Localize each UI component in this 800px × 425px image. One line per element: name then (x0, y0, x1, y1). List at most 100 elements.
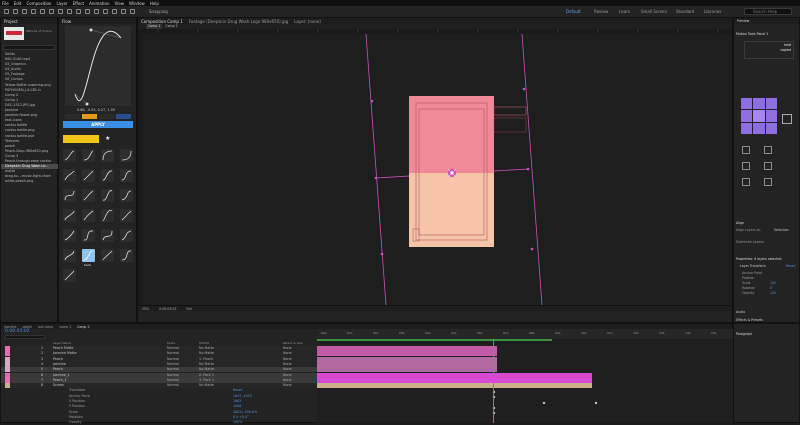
project-item[interactable]: Yellow Bottle Lowering.png (1, 83, 58, 88)
flow-curve-editor[interactable] (65, 26, 131, 106)
work-area-bar[interactable] (317, 339, 552, 341)
ease-preset[interactable] (101, 189, 114, 202)
rotate-tool-icon[interactable] (40, 9, 45, 14)
trim-icon[interactable] (742, 178, 750, 186)
layer-label-color[interactable] (5, 361, 10, 367)
roto-tool-icon[interactable] (121, 9, 126, 14)
ease-preset[interactable] (63, 249, 76, 262)
hand-tool-icon[interactable] (22, 9, 27, 14)
ease-preset[interactable] (82, 229, 95, 242)
brush-tool-icon[interactable] (94, 9, 99, 14)
ease-preset[interactable] (101, 209, 114, 222)
flow-preset-a-button[interactable] (82, 114, 97, 119)
workspace-libraries[interactable]: Libraries (704, 9, 721, 14)
workspace-learn[interactable]: Learn (619, 9, 630, 14)
tab-footage[interactable]: Footage (Deepskin Drug Wash Logo 980x650… (189, 19, 288, 24)
flow-values[interactable]: 0.68, -0.55, 0.27, 1.55 (77, 108, 115, 112)
ease-preset[interactable] (82, 169, 95, 182)
timeline-search-input[interactable] (5, 335, 45, 339)
menu-effect[interactable]: Effect (73, 1, 85, 6)
preset-library-tab[interactable] (63, 135, 99, 143)
audio-label[interactable]: Audio (736, 310, 745, 314)
anchor-point-tile[interactable] (753, 122, 765, 134)
ease-preset[interactable] (63, 169, 76, 182)
preview-tab[interactable]: Preview (737, 19, 749, 23)
ease-preset[interactable] (63, 189, 76, 202)
anchor-point-tile[interactable] (765, 110, 777, 122)
menu-layer[interactable]: Layer (56, 1, 67, 6)
timeline-tab-comp-1[interactable]: comp 1 (59, 325, 71, 329)
zoom-level[interactable]: 25% (142, 306, 149, 311)
search-help-input[interactable]: Search Help (744, 8, 792, 15)
anchor-point-tile[interactable] (765, 122, 777, 134)
clone-tool-icon[interactable] (103, 9, 108, 14)
ease-preset-back[interactable] (82, 249, 95, 262)
timeline-track-area[interactable]: 00s 01s 02s 03s 04s 05s 06s 07s 08s 09s 10s 11s 12s 1… (317, 329, 733, 423)
menu-composition[interactable]: Composition (26, 1, 51, 6)
keyframe-marker[interactable] (594, 401, 598, 405)
timeline-tab-peach[interactable]: peach (22, 325, 32, 329)
flow-key-button[interactable] (65, 114, 80, 119)
ease-preset[interactable] (82, 189, 95, 202)
comp-timecode[interactable]: 0:00:03:02 (159, 306, 176, 311)
composition-viewer[interactable] (138, 29, 732, 306)
snapping-toggle[interactable]: Snapping (149, 9, 168, 14)
resolution-select[interactable]: Full (187, 306, 192, 311)
wave-icon[interactable] (742, 146, 750, 154)
transform-prop-value[interactable]: 0 (770, 286, 772, 290)
anchor-point-tile[interactable] (741, 122, 753, 134)
puppet-tool-icon[interactable] (130, 9, 135, 14)
current-time-indicator[interactable] (493, 339, 494, 423)
layer-label-color[interactable] (5, 372, 10, 378)
ease-preset[interactable] (101, 169, 114, 182)
flow-preset-c-button[interactable] (116, 114, 131, 119)
timeline-tab-out-comp[interactable]: out comp (38, 325, 53, 329)
home-icon[interactable] (4, 9, 9, 14)
ease-preset[interactable] (120, 209, 133, 222)
type-tool-icon[interactable] (85, 9, 90, 14)
layer-label-color[interactable] (5, 377, 10, 383)
workspace-default[interactable]: Default (566, 9, 581, 14)
ease-preset[interactable] (120, 249, 133, 262)
ease-preset[interactable] (120, 149, 133, 162)
ease-preset[interactable] (63, 149, 76, 162)
anchor-point-tile[interactable] (765, 98, 777, 110)
time-ruler[interactable]: 00s 01s 02s 03s 04s 05s 06s 07s 08s 09s 10s 11s 12s 1… (317, 329, 733, 339)
curve-icon[interactable] (764, 146, 772, 154)
menu-animation[interactable]: Animation (89, 1, 109, 6)
ease-preset[interactable] (63, 229, 76, 242)
layer-label-color[interactable] (5, 346, 10, 351)
ease-preset[interactable] (101, 249, 114, 262)
project-item[interactable]: white-peach.png (1, 179, 58, 184)
reset-link[interactable]: Reset (786, 264, 795, 268)
apply-button[interactable]: APPLY (63, 121, 133, 128)
keyframe-marker[interactable] (542, 401, 546, 405)
layer-duration-bar[interactable] (317, 346, 497, 351)
menu-edit[interactable]: Edit (14, 1, 22, 6)
pan-behind-icon[interactable] (58, 9, 63, 14)
transform-prop-value[interactable]: 100 (770, 281, 776, 285)
shape-tool-icon[interactable] (67, 9, 72, 14)
null-icon[interactable] (764, 178, 772, 186)
menu-file[interactable]: File (2, 1, 9, 6)
anchor-point-tile[interactable] (741, 110, 753, 122)
layer-label-color[interactable] (5, 351, 10, 357)
pen-tool-icon[interactable] (76, 9, 81, 14)
layer-duration-bar[interactable] (317, 367, 497, 373)
layer-duration-bar[interactable] (317, 356, 497, 362)
ease-preset[interactable] (63, 209, 76, 222)
menu-view[interactable]: View (115, 1, 125, 6)
sequence-icon[interactable] (742, 162, 750, 170)
align-selection-select[interactable]: Selection (774, 228, 789, 232)
menu-help[interactable]: Help (150, 1, 159, 6)
project-tab[interactable]: Project (4, 19, 18, 24)
anchor-options-icon[interactable] (782, 114, 792, 124)
menu-window[interactable]: Window (129, 1, 145, 6)
timeline-tab-comp-2[interactable]: Comp 2 (77, 325, 89, 329)
workspace-review[interactable]: Review (594, 9, 608, 14)
layer-label-color[interactable] (5, 356, 10, 362)
motion-tools-sliders[interactable]: hold copied (744, 41, 794, 59)
layer-duration-bar[interactable] (317, 351, 497, 357)
layer-label-color[interactable] (5, 367, 10, 373)
zoom-tool-icon[interactable] (31, 9, 36, 14)
